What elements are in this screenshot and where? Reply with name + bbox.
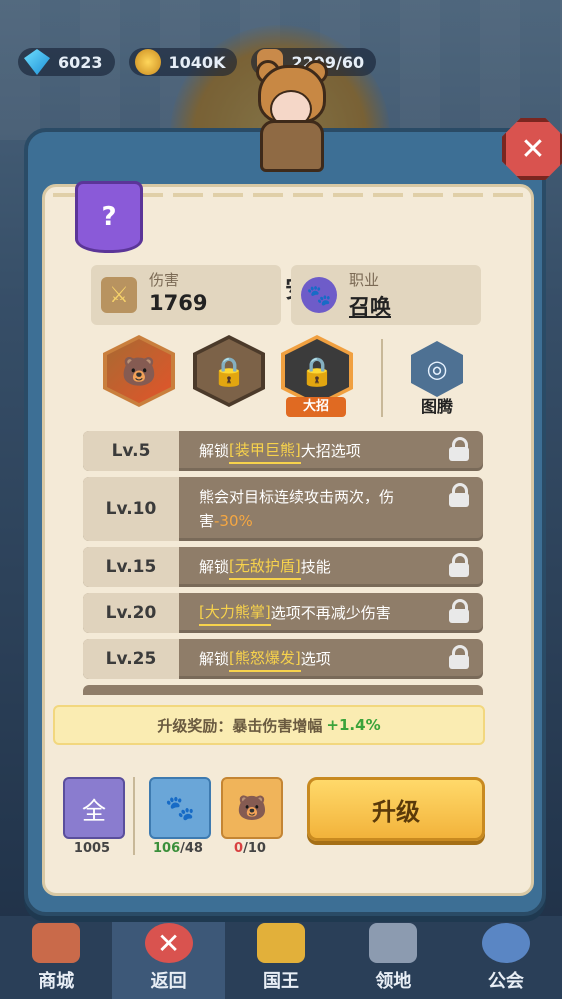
reward-label: 升级奖励：暴击伤害增幅 (157, 716, 323, 735)
upgrade-button[interactable]: 升级 (307, 777, 485, 841)
shard-need: /10 (243, 841, 266, 856)
level-row-10: Lv.10 熊会对目标连续攻击两次，伤害-30% (83, 477, 483, 541)
skill-divider (381, 339, 383, 417)
close-button[interactable]: ✕ (502, 118, 562, 180)
lock-icon: 🔒 (285, 339, 349, 403)
lock-icon (449, 645, 469, 669)
nav-king[interactable]: 国王 (225, 916, 337, 999)
lock-icon (449, 599, 469, 623)
hero-portrait (248, 60, 330, 172)
lock-icon (449, 553, 469, 577)
reward-value: +1.4% (326, 716, 381, 734)
nav-king-label: 国王 (263, 971, 300, 992)
shop-icon (32, 923, 81, 963)
gem-value: 6023 (58, 52, 103, 72)
globe-icon (481, 923, 530, 963)
coin-value: 1040K (168, 52, 226, 72)
all-token-icon: 全 (82, 796, 106, 825)
level-row-20: Lv.20 [大力熊掌] 选项不再减少伤害 (83, 593, 483, 633)
desc-text: 解锁 (199, 650, 230, 668)
desc-text: 大招选项 (300, 442, 361, 460)
level-label: Lv.5 (83, 431, 179, 471)
nav-guild-label: 公会 (487, 971, 524, 992)
level-description: 解锁 [装甲巨熊] 大招选项 (199, 431, 443, 471)
nav-back[interactable]: ✕ 返回 (112, 916, 225, 999)
nav-guild[interactable]: 公会 (450, 916, 562, 999)
shard-have: 0 (234, 841, 244, 856)
outfit-shirt-icon[interactable]: ? (75, 181, 143, 253)
level-row-5: Lv.5 解锁 [装甲巨熊] 大招选项 (83, 431, 483, 471)
desc-text: 选项 (300, 650, 331, 668)
damage-stat: ⚔ 伤害 1769 (91, 265, 281, 325)
material-divider (133, 777, 135, 855)
damage-label: 伤害 (149, 271, 180, 289)
bottom-nav: 商城 ✕ 返回 国王 领地 公会 (0, 916, 562, 999)
job-value[interactable]: 召唤 (349, 291, 391, 321)
close-icon: ✕ (144, 923, 193, 963)
vortex-icon: ◎ (426, 355, 448, 383)
material-shard-count: 0/10 (215, 841, 285, 856)
job-stat[interactable]: 🐾 职业 召唤 (291, 265, 481, 325)
paw-icon: 🐾 (301, 277, 337, 313)
nav-territory-label: 领地 (375, 971, 412, 992)
lock-icon: 🔒 (197, 339, 261, 403)
material-hero-shard-slot[interactable]: 🐻 (221, 777, 283, 839)
level-row-partial (83, 685, 483, 695)
nav-territory[interactable]: 领地 (337, 916, 449, 999)
material-all-slot[interactable]: 全 (63, 777, 125, 839)
nav-back-label: 返回 (150, 971, 187, 992)
hero-body (260, 120, 324, 172)
hero-detail-modal: ✕ ? 1 安妮 ⚔ 伤害 1769 🐾 职业 召唤 🐻 🔒 🔒 大招 ◎ 图腾… (24, 118, 562, 916)
level-description: 解锁 [无敌护盾] 技能 (199, 547, 443, 587)
gem-counter[interactable]: 6023 (18, 48, 115, 76)
detail-panel: ? 1 安妮 ⚔ 伤害 1769 🐾 职业 召唤 🐻 🔒 🔒 大招 ◎ 图腾 L… (42, 181, 534, 896)
castle-icon (369, 923, 418, 963)
upgrade-reward-banner: 升级奖励：暴击伤害增幅 +1.4% (53, 705, 485, 745)
level-label: Lv.20 (83, 593, 179, 633)
level-row-25: Lv.25 解锁 [熊怒爆发] 选项 (83, 639, 483, 679)
desc-text: 解锁 (199, 558, 230, 576)
desc-text: 技能 (300, 558, 331, 576)
lock-icon (449, 483, 469, 507)
paw-need: /48 (180, 841, 203, 856)
bear-claw-icon: 🐻 (107, 339, 171, 403)
skill-locked-bear-group[interactable]: 🔒 (193, 335, 265, 407)
level-label: Lv.10 (83, 477, 179, 541)
level-label: Lv.25 (83, 639, 179, 679)
damage-value: 1769 (149, 291, 208, 315)
desc-text: 解锁 (199, 442, 230, 460)
skill-bear-claw[interactable]: 🐻 (103, 335, 175, 407)
job-label: 职业 (349, 271, 380, 289)
desc-highlight: [熊怒爆发] (229, 646, 301, 672)
material-paw-slot[interactable]: 🐾 (149, 777, 211, 839)
bear-hero-icon: 🐻 (237, 794, 267, 822)
coin-counter[interactable]: 1040K (128, 48, 238, 76)
sword-icon: ⚔ (101, 277, 137, 313)
level-description: [大力熊掌] 选项不再减少伤害 (199, 593, 443, 633)
level-row-15: Lv.15 解锁 [无敌护盾] 技能 (83, 547, 483, 587)
material-paw-count: 106/48 (143, 841, 213, 856)
nav-shop[interactable]: 商城 (0, 916, 112, 999)
level-description: 解锁 [熊怒爆发] 选项 (199, 639, 443, 679)
paw-have: 106 (153, 841, 181, 856)
level-label: Lv.15 (83, 547, 179, 587)
nav-shop-label: 商城 (38, 971, 75, 992)
totem-label: 图腾 (420, 397, 453, 416)
ultimate-tag: 大招 (286, 397, 346, 417)
gem-icon (24, 49, 50, 75)
lock-icon (449, 437, 469, 461)
desc-highlight: [装甲巨熊] (229, 438, 301, 464)
crown-icon (257, 923, 306, 963)
level-unlock-list[interactable]: Lv.5 解锁 [装甲巨熊] 大招选项 Lv.10 熊会对目标连续攻击两次，伤害-3… (83, 431, 485, 695)
desc-highlight: [无敌护盾] (229, 554, 301, 580)
totem-button[interactable]: ◎ (411, 341, 463, 397)
coin-icon (134, 49, 161, 75)
paw-icon: 🐾 (165, 794, 195, 822)
level-description: 熊会对目标连续攻击两次，伤害-30% (199, 477, 443, 541)
material-all-count: 1005 (73, 841, 111, 856)
desc-text: 选项不再减少伤害 (270, 604, 391, 622)
desc-highlight: [大力熊掌] (199, 600, 271, 626)
close-icon: ✕ (520, 131, 546, 167)
desc-percent: -30% (214, 512, 253, 530)
